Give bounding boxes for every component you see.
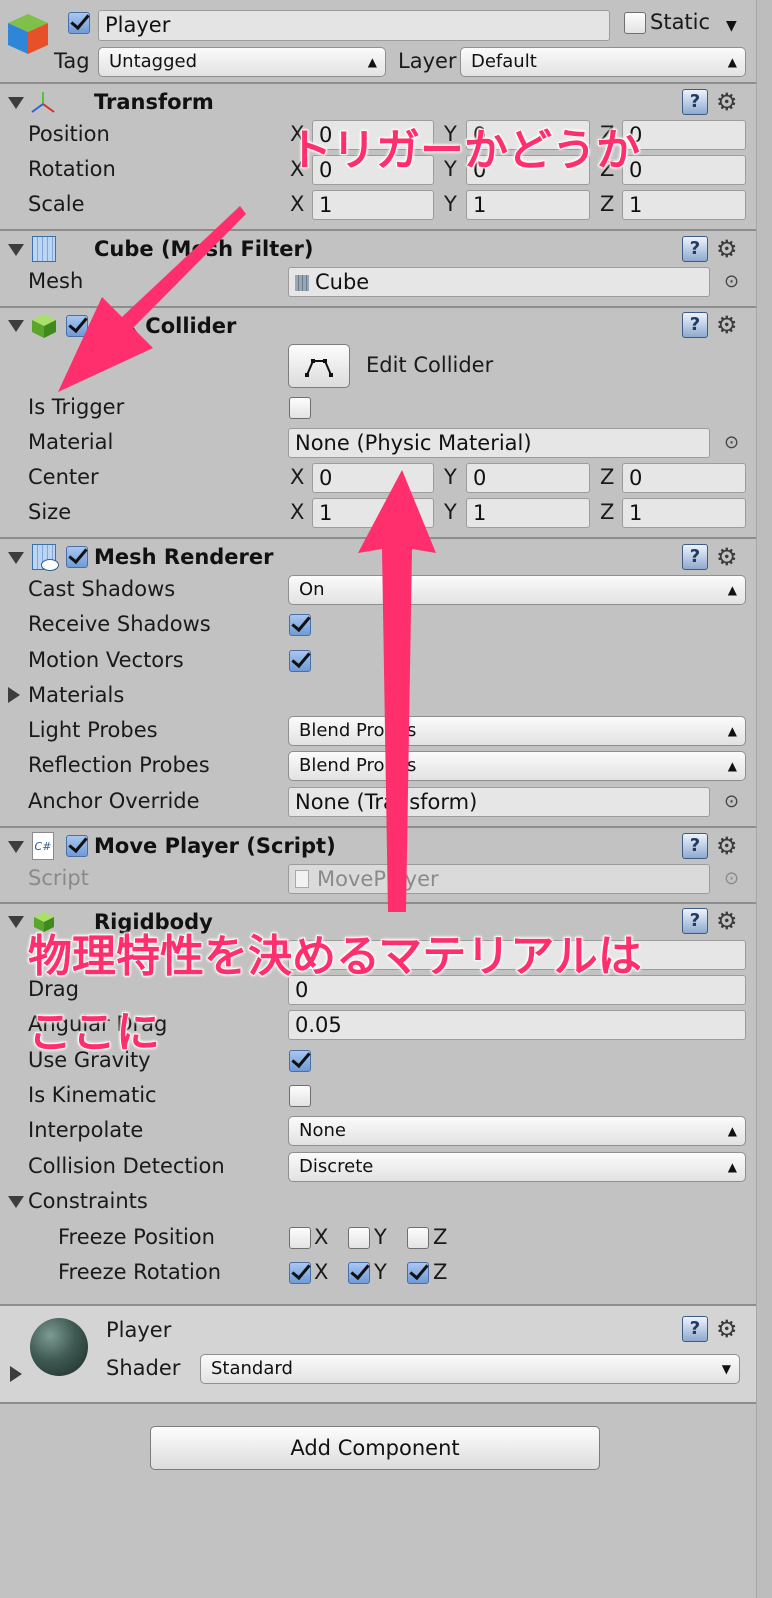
annotation-arrow-trigger (58, 206, 246, 392)
annotation-trigger-note: トリガーかどうか (287, 124, 641, 177)
annotation-material-note-line2: ここに (27, 1006, 161, 1059)
annotation-arrows (58, 206, 436, 912)
annotation-arrow-material (358, 470, 436, 912)
annotation-material-note-line1: 物理特性を決めるマテリアルは (27, 930, 642, 983)
